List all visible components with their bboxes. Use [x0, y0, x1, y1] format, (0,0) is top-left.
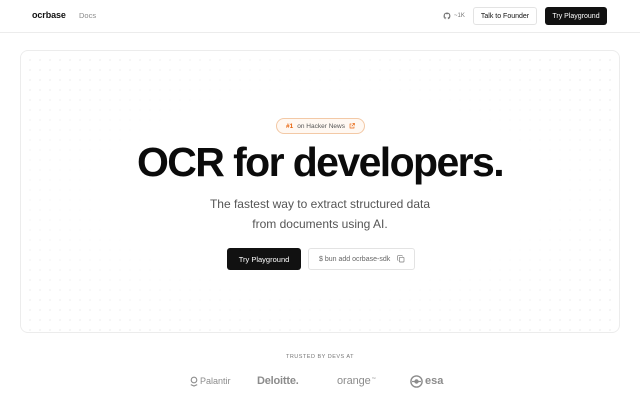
hero-subheadline: The fastest way to extract structured da… [21, 194, 619, 234]
github-stars-link[interactable]: ~1K [443, 11, 465, 21]
subhead-line-1: The fastest way to extract structured da… [209, 197, 431, 211]
logo-orange: orange ™ [337, 375, 376, 387]
hero-section: #1 on Hacker News OCR for developers. Th… [20, 50, 620, 333]
palantir-icon [190, 376, 198, 387]
logo-esa: esa [410, 372, 443, 390]
install-command-box[interactable]: $ bun add ocrbase-sdk [308, 248, 415, 270]
brand-logo[interactable]: ocrbase [32, 10, 66, 20]
copy-icon[interactable] [397, 255, 405, 263]
trusted-by-label: TRUSTED BY DEVS AT [285, 354, 355, 360]
customer-logos: Palantir Deloitte. orange ™ esa [0, 372, 640, 390]
logo-deloitte: Deloitte. [257, 375, 299, 387]
logo-palantir: Palantir [190, 372, 231, 390]
github-icon [443, 12, 451, 20]
hn-rank: #1 [286, 122, 294, 130]
top-navigation: ocrbase Docs ~1K Talk to Founder Try Pla… [0, 0, 640, 33]
esa-icon [410, 374, 423, 388]
hero-headline: OCR for developers. [136, 139, 505, 185]
github-star-count: ~1K [454, 13, 465, 19]
hero-try-playground-button[interactable]: Try Playground [227, 248, 301, 270]
nav-link-docs[interactable]: Docs [79, 11, 96, 20]
subhead-line-2: from documents using AI. [252, 217, 388, 231]
hacker-news-badge[interactable]: #1 on Hacker News [276, 118, 365, 134]
header-try-playground-button[interactable]: Try Playground [545, 7, 607, 25]
hn-badge-text: on Hacker News [297, 122, 345, 130]
talk-to-founder-button[interactable]: Talk to Founder [473, 7, 537, 25]
external-link-icon [349, 123, 355, 129]
install-command-text: $ bun add ocrbase-sdk [319, 255, 391, 263]
